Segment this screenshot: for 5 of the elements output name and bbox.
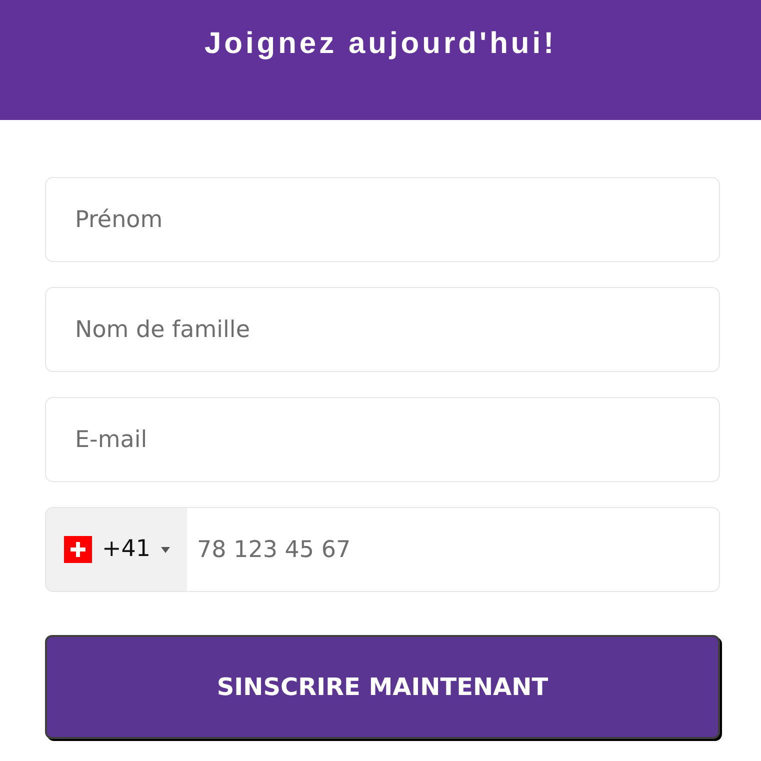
input-field[interactable]: Nom de famille xyxy=(45,287,720,372)
input-field[interactable]: Prénom xyxy=(45,177,720,262)
input-field[interactable]: E-mail xyxy=(45,397,720,482)
signup-button[interactable]: SINSCRIRE MAINTENANT xyxy=(45,635,720,739)
page-title: Joignez aujourd'hui! xyxy=(204,26,557,62)
